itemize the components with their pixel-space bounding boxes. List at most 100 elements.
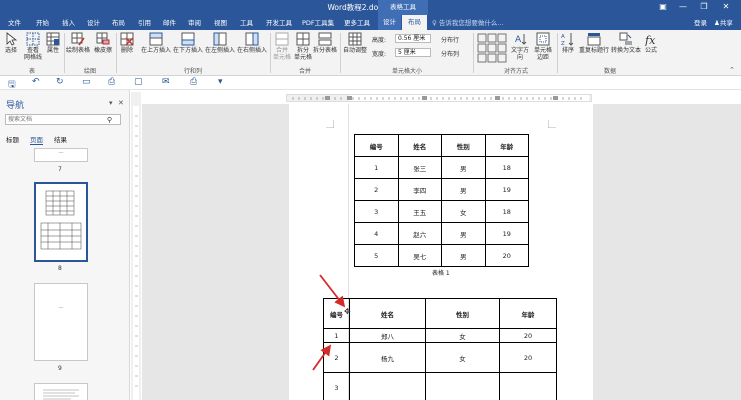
draw-table-button[interactable]: 绘制表格 — [66, 32, 90, 54]
table-cell[interactable]: 李四 — [397, 178, 442, 201]
table-cell[interactable]: 3 — [354, 200, 399, 223]
split-table-button[interactable]: 拆分表格 — [313, 32, 337, 54]
table-cell[interactable]: 杨九 — [349, 342, 426, 373]
formula-button[interactable]: fx 公式 — [642, 32, 660, 54]
table-cell[interactable] — [425, 372, 500, 400]
tab-table-design[interactable]: 设计 — [378, 15, 401, 30]
tab-tools[interactable]: 工具 — [240, 17, 253, 27]
table-cell[interactable]: 1 — [354, 156, 399, 179]
table-cell[interactable]: 20 — [484, 244, 529, 267]
tab-home[interactable]: 开始 — [36, 17, 49, 27]
tab-references[interactable]: 引用 — [138, 17, 151, 27]
nav-pane-options-icon[interactable]: ▾ — [109, 99, 113, 107]
distribute-cols-button[interactable]: 分布列 — [441, 49, 459, 58]
eraser-button[interactable]: 橡皮擦 — [92, 32, 114, 54]
nav-tab-pages[interactable]: 页面 — [30, 134, 43, 145]
distribute-rows-button[interactable]: 分布行 — [441, 35, 459, 44]
page-thumbnail-9[interactable]: 一 — [34, 283, 88, 361]
sort-button[interactable]: AZ 排序 — [560, 32, 576, 54]
print-icon[interactable]: ⎙ — [190, 77, 197, 87]
table-cell[interactable]: 男 — [441, 244, 486, 267]
redo-icon[interactable]: ↻ — [56, 77, 64, 87]
open-icon[interactable]: ▭ — [82, 77, 91, 87]
page-thumbnail-7[interactable]: 一 — [34, 148, 88, 162]
autofit-button[interactable]: 自动调整 — [342, 32, 368, 54]
table-cell[interactable]: 吴七 — [397, 244, 442, 267]
cell-margins-button[interactable]: 单元格 边距 — [532, 32, 554, 61]
table-cell[interactable]: 19 — [484, 178, 529, 201]
new-doc-icon[interactable]: ▢ — [134, 77, 143, 87]
share-button[interactable]: ♟共享 — [714, 17, 733, 27]
table-cell[interactable]: 18 — [484, 156, 529, 179]
header-cell-gender[interactable]: 性别 — [425, 298, 500, 329]
header-cell-name[interactable]: 姓名 — [397, 134, 442, 157]
column-width-input[interactable]: 5 厘米 — [395, 48, 431, 57]
header-cell-age[interactable]: 年龄 — [484, 134, 529, 157]
split-cells-button[interactable]: 拆分 单元格 — [293, 32, 313, 61]
page-thumbnail-8[interactable] — [34, 182, 88, 262]
table-1[interactable]: 编号 姓名 性别 年龄 1 张三 男 18 2 李四 男 19 3 王五 女 1… — [354, 134, 529, 267]
table-cell[interactable]: 20 — [499, 342, 557, 373]
table-cell[interactable]: 男 — [441, 156, 486, 179]
table-cell[interactable]: 男 — [441, 222, 486, 245]
tab-view[interactable]: 视图 — [214, 17, 227, 27]
table-cell[interactable]: 4 — [354, 222, 399, 245]
table-cell[interactable] — [349, 372, 426, 400]
close-button[interactable]: ✕ — [719, 1, 733, 13]
page-thumbnail-10[interactable] — [34, 383, 88, 400]
collapse-ribbon-icon[interactable]: ⌃ — [729, 66, 735, 74]
header-cell-name[interactable]: 姓名 — [349, 298, 426, 329]
table-cell[interactable]: 赵六 — [397, 222, 442, 245]
nav-tab-results[interactable]: 结果 — [54, 134, 67, 144]
table-cell[interactable]: 19 — [484, 222, 529, 245]
tab-pdf-tools[interactable]: PDF工具集 — [302, 17, 334, 27]
text-direction-button[interactable]: A 文字方向 — [509, 32, 531, 61]
table-cell[interactable]: 女 — [425, 342, 500, 373]
table-cell[interactable]: 2 — [354, 178, 399, 201]
repeat-header-rows-button[interactable]: 重复标题行 — [578, 32, 610, 54]
print-preview-icon[interactable]: ⎙ — [108, 77, 115, 87]
tab-developer[interactable]: 开发工具 — [266, 17, 292, 27]
nav-pane-close-icon[interactable]: ✕ — [118, 99, 124, 107]
row-height-input[interactable]: 0.56 厘米 — [395, 34, 431, 43]
tab-design[interactable]: 设计 — [87, 17, 100, 27]
email-icon[interactable]: ✉ — [162, 77, 170, 87]
undo-icon[interactable]: ↶ — [32, 77, 40, 87]
tab-review[interactable]: 审阅 — [188, 17, 201, 27]
tab-more-tools[interactable]: 更多工具 — [344, 17, 370, 27]
table-cell[interactable]: 5 — [354, 244, 399, 267]
tab-mailings[interactable]: 邮件 — [163, 17, 176, 27]
tab-file[interactable]: 文件 — [8, 17, 21, 27]
tell-me-search[interactable]: ♀ 告诉我您想要做什么... — [432, 17, 504, 27]
insert-left-button[interactable]: 在左侧插入 — [204, 32, 236, 54]
table-cell[interactable]: 18 — [484, 200, 529, 223]
restore-button[interactable]: ❐ — [697, 1, 711, 13]
table-cell[interactable]: 20 — [499, 328, 557, 343]
nav-search-input[interactable]: 搜索文档 ⚲ — [5, 114, 121, 125]
tab-table-layout[interactable]: 布局 — [402, 15, 427, 30]
help-icon[interactable]: ▣ — [656, 1, 670, 13]
tab-insert[interactable]: 插入 — [62, 17, 75, 27]
nav-tab-headings[interactable]: 标题 — [6, 134, 19, 144]
sign-in-link[interactable]: 登录 — [694, 17, 707, 27]
header-cell-id[interactable]: 编号 — [354, 134, 399, 157]
insert-right-button[interactable]: 在右侧插入 — [236, 32, 268, 54]
header-cell-age[interactable]: 年龄 — [499, 298, 557, 329]
convert-to-text-button[interactable]: 转换为文本 — [611, 32, 641, 54]
table-cell[interactable]: 王五 — [397, 200, 442, 223]
customize-qat-icon[interactable]: ▾ — [218, 77, 223, 87]
minimize-button[interactable]: — — [676, 1, 690, 13]
table-cell[interactable]: 男 — [441, 178, 486, 201]
view-gridlines-button[interactable]: 查看 网格线 — [22, 32, 44, 61]
table-cell[interactable]: 张三 — [397, 156, 442, 179]
select-button[interactable]: 选择 — [2, 32, 20, 54]
table-cell[interactable]: 女 — [425, 328, 500, 343]
table-cell[interactable] — [499, 372, 557, 400]
search-icon[interactable]: ⚲ — [107, 115, 112, 125]
table-cell[interactable]: 郑八 — [349, 328, 426, 343]
delete-button[interactable]: 删除 — [118, 32, 136, 54]
merge-cells-button[interactable]: 合并 单元格 — [272, 32, 292, 61]
tab-layout[interactable]: 布局 — [112, 17, 125, 27]
header-cell-gender[interactable]: 性别 — [441, 134, 486, 157]
alignment-grid-icon[interactable] — [477, 33, 507, 63]
